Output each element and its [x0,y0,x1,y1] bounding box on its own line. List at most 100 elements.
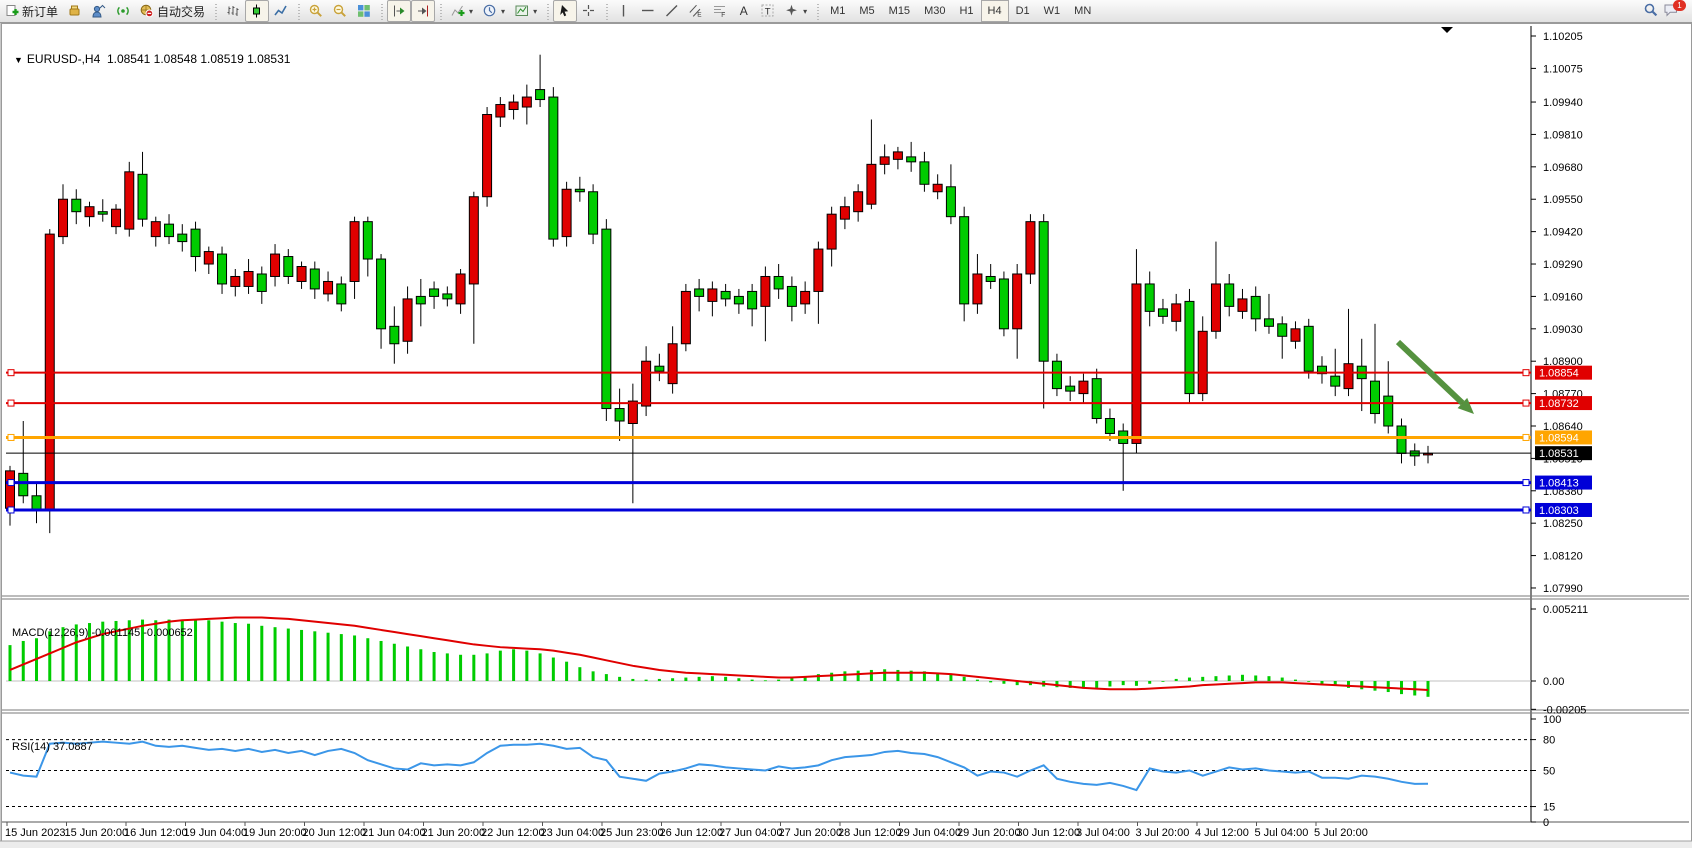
candle [854,192,863,212]
candle [1278,324,1287,336]
timeframe-d1[interactable]: D1 [1009,0,1037,22]
toolbar-separator [814,2,821,20]
chart-collapse-icon[interactable]: ▼ [14,55,23,65]
zoom-out-button[interactable] [328,0,352,22]
line-chart-button[interactable] [269,0,293,22]
mql5-community-button[interactable] [87,0,111,22]
gold-box-icon [68,4,82,18]
zoom-in-icon [309,4,323,18]
candle [1238,299,1247,311]
candle [390,326,399,343]
toolbar-group [553,0,601,22]
timeframe-m1[interactable]: M1 [823,0,852,22]
periods-button[interactable]: ▾ [478,0,510,22]
market-watch-button[interactable] [63,0,87,22]
candle [244,271,253,286]
line-handle[interactable] [1523,507,1529,513]
line-handle[interactable] [1523,434,1529,440]
line-handle[interactable] [8,400,14,406]
candle [827,214,836,249]
line-handle[interactable] [8,434,14,440]
candle [1052,361,1061,388]
chevron-down-icon: ▾ [803,7,807,16]
candle [59,199,68,236]
candle [456,274,465,304]
text-button[interactable]: A [732,0,756,22]
timeframe-m5[interactable]: M5 [852,0,881,22]
line-handle[interactable] [1523,400,1529,406]
search-button[interactable] [1644,3,1658,20]
candle [1198,331,1207,393]
vertical-line-button[interactable] [612,0,636,22]
svg-text:1.09030: 1.09030 [1543,324,1583,336]
candle [668,344,677,384]
tile-windows-button[interactable] [352,0,376,22]
fibonacci-button[interactable]: F [708,0,732,22]
candle [734,296,743,303]
candle [1291,329,1300,341]
line-handle[interactable] [1523,480,1529,486]
svg-text:1.08531: 1.08531 [1539,448,1579,460]
zoom-out-icon [333,4,347,18]
candle [1145,284,1154,311]
candlestick-chart-button[interactable] [245,0,269,22]
timeframe-group: M1M5M15M30H1H4D1W1MN [823,0,1098,22]
arrows-button[interactable]: ▾ [780,0,812,22]
signals-button[interactable] [111,0,135,22]
chart-symbol-period: EURUSD-,H4 [27,52,100,66]
candle [496,105,505,117]
svg-text:1.08120: 1.08120 [1543,551,1583,563]
channel-button[interactable]: E [684,0,708,22]
cursor-icon [558,4,572,18]
bar-chart-button[interactable] [221,0,245,22]
macd-indicator-label: MACD(12,26,9) -0.001145 -0.000652 [12,627,193,639]
candle [1185,301,1194,393]
timeframe-w1[interactable]: W1 [1037,0,1068,22]
auto-trading-button[interactable]: 自动交易 [135,0,210,22]
toolbar-separator [378,2,385,20]
chart-ohlc-values: 1.08541 1.08548 1.08519 1.08531 [107,52,291,66]
toolbar-group [221,0,293,22]
horizontal-line-button[interactable] [636,0,660,22]
templates-button[interactable]: ▾ [510,0,542,22]
auto-scroll-button[interactable] [387,0,411,22]
line-handle[interactable] [8,370,14,376]
toolbar-group [304,0,376,22]
chart-shift-button[interactable] [411,0,435,22]
svg-text:1.08854: 1.08854 [1539,368,1579,380]
line-handle[interactable] [8,507,14,513]
candle [218,254,227,284]
template-icon [515,4,529,18]
svg-text:21 Jun 20:00: 21 Jun 20:00 [422,827,486,839]
price-chart[interactable]: 1.102051.100751.099401.098101.096801.095… [0,22,1692,848]
svg-text:1.09940: 1.09940 [1543,97,1583,109]
candle [6,471,15,508]
candle [774,276,783,288]
candle [483,114,492,196]
candle [178,234,187,241]
line-handle[interactable] [8,480,14,486]
trendline-button[interactable] [660,0,684,22]
timeframe-mn[interactable]: MN [1067,0,1098,22]
textA-icon: A [737,4,751,18]
line-handle[interactable] [1523,370,1529,376]
labelT-icon: T [761,4,775,18]
timeframe-h4[interactable]: H4 [981,0,1009,22]
indicators-icon [451,4,465,18]
zoom-in-button[interactable] [304,0,328,22]
svg-text:27 Jun 20:00: 27 Jun 20:00 [779,827,843,839]
candle [257,274,266,291]
candle [1039,222,1048,362]
timeframe-h1[interactable]: H1 [952,0,980,22]
candle [1013,274,1022,329]
timeframe-m30[interactable]: M30 [917,0,952,22]
candle [337,284,346,304]
crosshair-button[interactable] [577,0,601,22]
candle [787,286,796,306]
indicators-button[interactable]: ▾ [446,0,478,22]
timeframe-m15[interactable]: M15 [882,0,917,22]
label-button[interactable]: T [756,0,780,22]
cursor-button[interactable] [553,0,577,22]
new-order-button[interactable]: 新订单 [0,0,63,22]
notifications-button[interactable]: 1 [1664,3,1682,19]
